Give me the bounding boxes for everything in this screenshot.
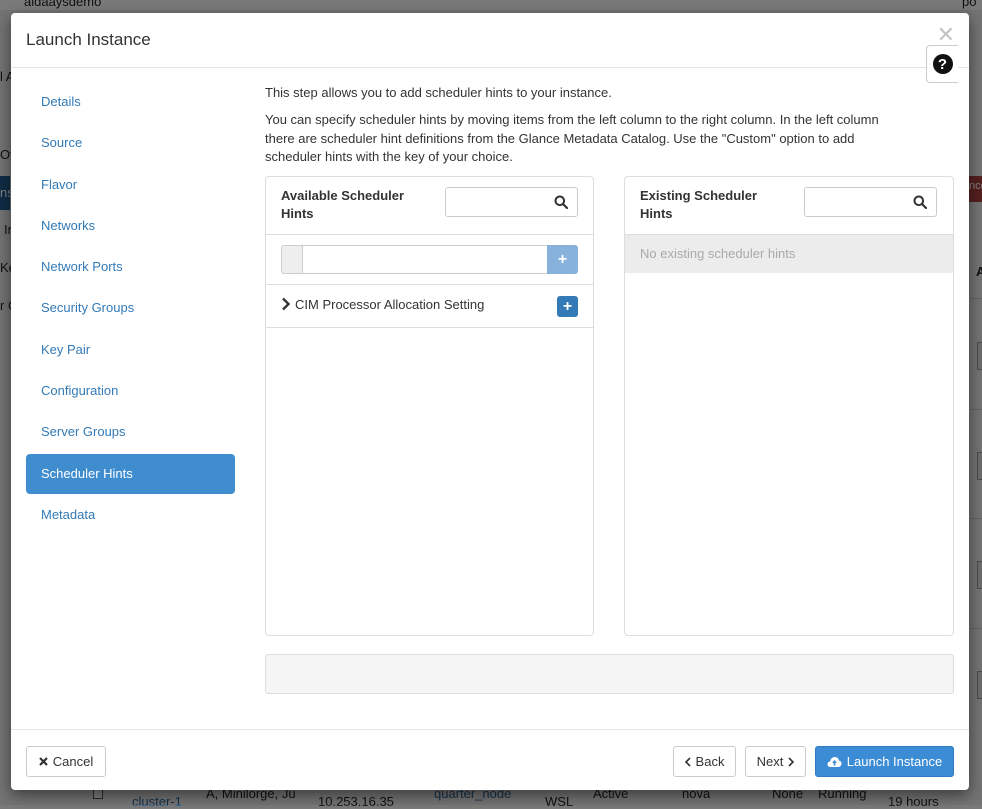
launch-instance-button[interactable]: Launch Instance	[815, 746, 954, 777]
custom-add-button[interactable]: +	[547, 245, 578, 274]
nav-item-server-groups[interactable]: Server Groups	[26, 412, 235, 452]
step-intro: This step allows you to add scheduler hi…	[265, 85, 612, 100]
available-hints-panel: Available Scheduler Hints + CIM Processo…	[265, 176, 594, 636]
nav-item-flavor[interactable]: Flavor	[26, 165, 235, 205]
back-label: Back	[695, 754, 725, 769]
available-hints-title: Available Scheduler Hints	[281, 188, 405, 221]
back-button[interactable]: Back	[673, 746, 736, 777]
existing-hints-panel: Existing Scheduler Hints No existing sch…	[624, 176, 954, 636]
nav-item-details[interactable]: Details	[26, 82, 235, 122]
panel-divider	[266, 284, 593, 285]
close-icon[interactable]: ✕	[937, 24, 955, 46]
step-description: You can specify scheduler hints by movin…	[265, 112, 879, 164]
nav-item-metadata[interactable]: Metadata	[26, 495, 235, 535]
chevron-right-icon	[788, 756, 795, 767]
custom-hint-addon	[281, 245, 303, 274]
cancel-button[interactable]: Cancel	[26, 746, 106, 777]
panel-divider	[266, 234, 593, 235]
nav-item-network-ports[interactable]: Network Ports	[26, 247, 235, 287]
modal-footer: Cancel Back Next Launch Instance	[11, 729, 969, 790]
launch-instance-modal: Launch Instance ✕ Details Source Flavor …	[11, 13, 969, 790]
plus-icon: +	[562, 297, 573, 315]
modal-title: Launch Instance	[26, 30, 151, 49]
next-button[interactable]: Next	[745, 746, 806, 777]
panel-divider	[266, 327, 593, 328]
nav-item-networks[interactable]: Networks	[26, 206, 235, 246]
chevron-right-icon[interactable]	[281, 297, 291, 311]
close-icon	[38, 757, 48, 766]
question-circle-icon: ?	[932, 54, 953, 74]
nav-item-configuration[interactable]: Configuration	[26, 371, 235, 411]
nav-item-scheduler-hints[interactable]: Scheduler Hints	[26, 453, 235, 494]
cancel-label: Cancel	[52, 754, 94, 769]
existing-hints-title: Existing Scheduler Hints	[640, 188, 758, 221]
add-hint-button[interactable]: +	[557, 296, 578, 317]
nav-item-security-groups[interactable]: Security Groups	[26, 288, 235, 328]
cloud-upload-icon	[827, 756, 842, 767]
hint-label: CIM Processor Allocation Setting	[295, 297, 485, 312]
wizard-nav: Details Source Flavor Networks Network P…	[26, 82, 235, 536]
list-item[interactable]: CIM Processor Allocation Setting +	[281, 291, 579, 327]
custom-hint-input[interactable]	[302, 245, 548, 274]
modal-header: Launch Instance ✕	[11, 13, 969, 68]
existing-search-input[interactable]	[804, 187, 937, 217]
empty-state: No existing scheduler hints	[625, 235, 953, 273]
nav-item-key-pair[interactable]: Key Pair	[26, 330, 235, 370]
custom-hint-row: +	[281, 245, 578, 274]
chevron-left-icon	[684, 756, 691, 767]
available-search-input[interactable]	[445, 187, 578, 217]
search-icon	[554, 195, 568, 209]
next-label: Next	[756, 754, 784, 769]
details-strip	[265, 654, 954, 694]
search-icon	[913, 195, 927, 209]
nav-item-source[interactable]: Source	[26, 123, 235, 163]
help-button[interactable]: ?	[926, 45, 958, 83]
launch-label: Launch Instance	[846, 754, 943, 769]
plus-icon: +	[557, 250, 568, 268]
